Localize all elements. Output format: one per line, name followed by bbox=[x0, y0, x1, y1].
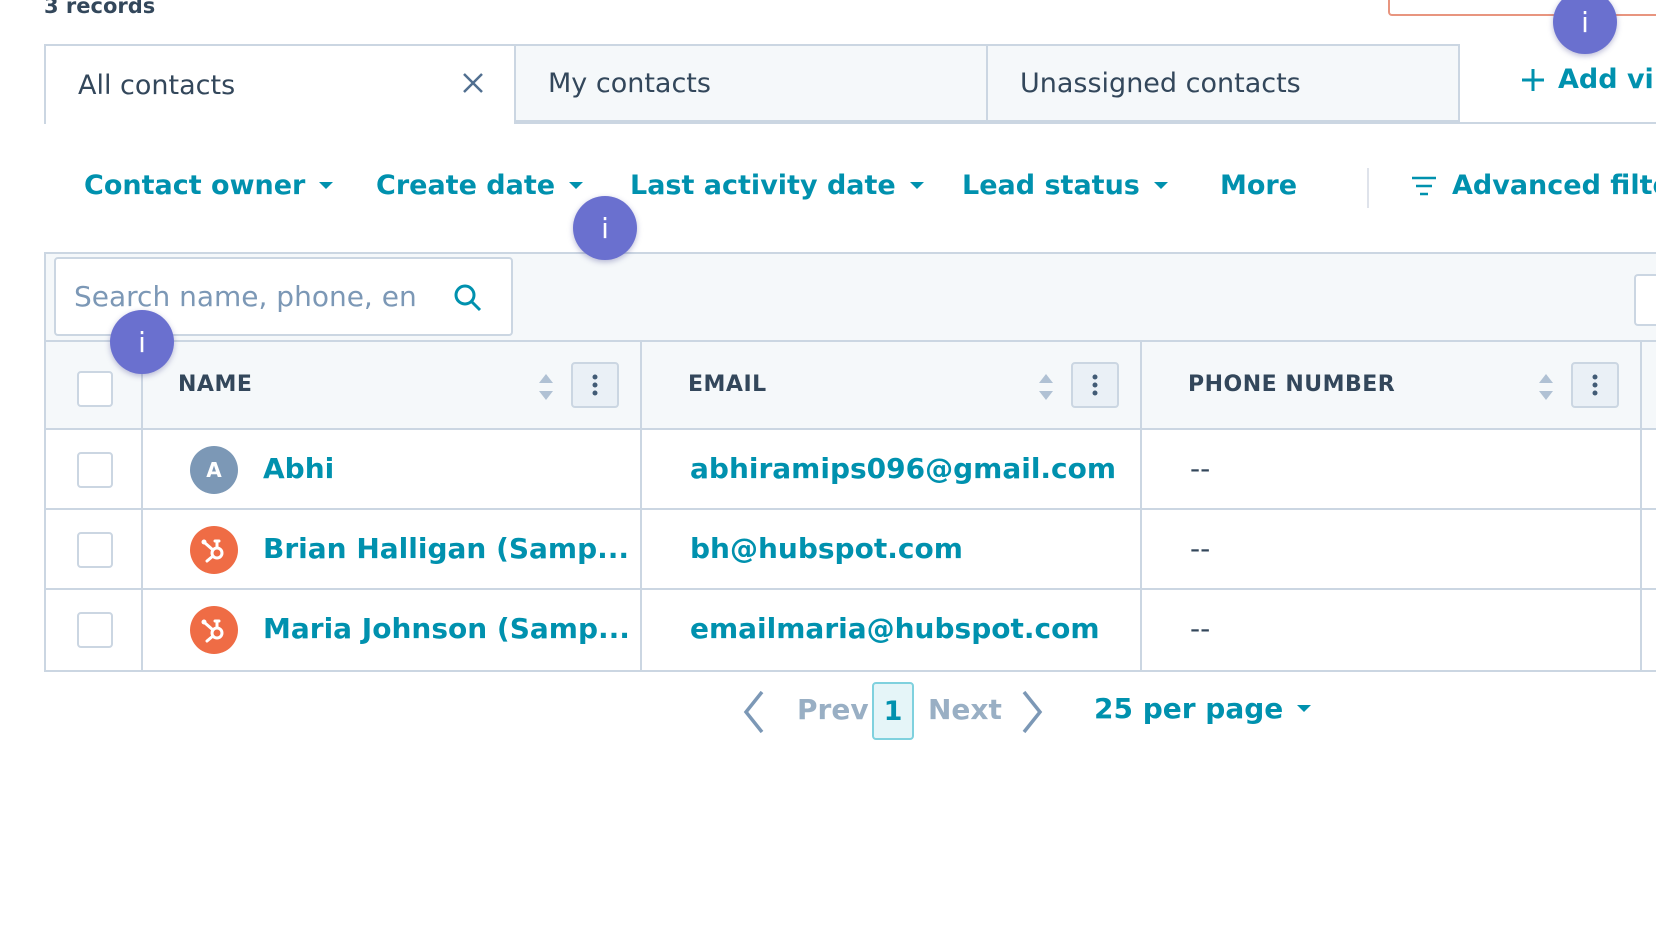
divider bbox=[1140, 340, 1142, 670]
contact-name-link[interactable]: Maria Johnson (Samp... bbox=[263, 612, 630, 645]
contact-phone: -- bbox=[1190, 452, 1211, 485]
column-options-button[interactable] bbox=[571, 362, 619, 408]
contact-phone: -- bbox=[1190, 612, 1211, 645]
chevron-right-icon[interactable] bbox=[1020, 690, 1044, 734]
filter-more[interactable]: More bbox=[1220, 170, 1297, 201]
caret-down-icon bbox=[569, 182, 584, 189]
plus-icon bbox=[1522, 68, 1544, 91]
contact-name-link[interactable]: Brian Halligan (Samp... bbox=[263, 532, 629, 565]
tab-my-contacts[interactable]: My contacts bbox=[514, 44, 988, 122]
divider bbox=[1640, 340, 1642, 670]
caret-down-icon bbox=[1297, 705, 1312, 712]
row-checkbox[interactable] bbox=[77, 612, 113, 648]
sort-icon[interactable] bbox=[1537, 372, 1555, 402]
divider bbox=[44, 588, 1656, 590]
column-header-name[interactable]: NAME bbox=[178, 372, 252, 397]
filter-label: Contact owner bbox=[84, 170, 306, 201]
column-options-button[interactable] bbox=[1071, 362, 1119, 408]
caret-down-icon bbox=[909, 182, 924, 189]
tab-unassigned-contacts[interactable]: Unassigned contacts bbox=[986, 44, 1460, 122]
filter-label: Advanced filte bbox=[1452, 170, 1656, 201]
filter-label: Create date bbox=[376, 170, 556, 201]
advanced-filters-button[interactable]: Advanced filte bbox=[1410, 170, 1656, 201]
close-icon[interactable] bbox=[458, 68, 488, 98]
per-page-label: 25 per page bbox=[1094, 692, 1284, 725]
contact-email-link[interactable]: abhiramips096@gmail.com bbox=[690, 452, 1116, 485]
filter-create-date[interactable]: Create date bbox=[376, 170, 584, 201]
divider bbox=[44, 508, 1656, 510]
sort-icon[interactable] bbox=[1037, 372, 1055, 402]
avatar bbox=[190, 606, 238, 654]
info-marker[interactable]: i bbox=[110, 310, 174, 374]
filter-label: Last activity date bbox=[630, 170, 896, 201]
caret-down-icon bbox=[319, 182, 334, 189]
caret-down-icon bbox=[1153, 182, 1168, 189]
chevron-left-icon[interactable] bbox=[742, 690, 766, 734]
filter-label: Lead status bbox=[962, 170, 1140, 201]
contact-phone: -- bbox=[1190, 532, 1211, 565]
tab-all-contacts[interactable]: All contacts bbox=[44, 44, 516, 124]
contact-name-link[interactable]: Abhi bbox=[263, 452, 334, 485]
filter-lines-icon bbox=[1412, 176, 1436, 195]
info-marker[interactable]: i bbox=[573, 196, 637, 260]
kebab-icon bbox=[1592, 374, 1598, 396]
column-header-email[interactable]: EMAIL bbox=[688, 372, 767, 397]
filter-label: More bbox=[1220, 170, 1298, 201]
kebab-icon bbox=[1092, 374, 1098, 396]
toolbar-action-button[interactable] bbox=[1634, 274, 1656, 326]
filter-last-activity-date[interactable]: Last activity date bbox=[630, 170, 924, 201]
search-icon[interactable] bbox=[453, 283, 483, 313]
avatar bbox=[190, 526, 238, 574]
kebab-icon bbox=[592, 374, 598, 396]
prev-page-button[interactable]: Prev bbox=[797, 676, 869, 742]
divider bbox=[141, 340, 143, 670]
filter-contact-owner[interactable]: Contact owner bbox=[84, 170, 334, 201]
tab-label: Unassigned contacts bbox=[1020, 67, 1301, 99]
contact-email-link[interactable]: emailmaria@hubspot.com bbox=[690, 612, 1100, 645]
filter-lead-status[interactable]: Lead status bbox=[962, 170, 1168, 201]
avatar: A bbox=[190, 446, 238, 494]
tab-label: All contacts bbox=[78, 69, 236, 101]
divider bbox=[44, 340, 1656, 342]
tabs-divider bbox=[516, 122, 1656, 124]
record-count: 3 records bbox=[44, 0, 156, 18]
next-page-button[interactable]: Next bbox=[928, 676, 1002, 742]
add-view-label: Add vi bbox=[1558, 64, 1654, 95]
divider bbox=[44, 428, 1656, 430]
row-checkbox[interactable] bbox=[77, 452, 113, 488]
select-all-checkbox[interactable] bbox=[77, 371, 113, 407]
current-page-button[interactable]: 1 bbox=[872, 682, 914, 740]
contact-email-link[interactable]: bh@hubspot.com bbox=[690, 532, 963, 565]
sort-icon[interactable] bbox=[537, 372, 555, 402]
hubspot-icon bbox=[201, 539, 224, 563]
row-checkbox[interactable] bbox=[77, 532, 113, 568]
table-header-row bbox=[46, 342, 1656, 428]
tab-label: My contacts bbox=[548, 67, 711, 99]
info-marker[interactable]: i bbox=[1553, 0, 1617, 54]
divider bbox=[640, 340, 642, 670]
column-options-button[interactable] bbox=[1571, 362, 1619, 408]
add-view-button[interactable]: Add vi bbox=[1520, 64, 1654, 95]
per-page-select[interactable]: 25 per page bbox=[1094, 692, 1312, 725]
hubspot-icon bbox=[201, 619, 224, 643]
search-input[interactable] bbox=[72, 279, 446, 314]
filter-divider bbox=[1367, 168, 1369, 208]
column-header-phone[interactable]: PHONE NUMBER bbox=[1188, 372, 1395, 397]
